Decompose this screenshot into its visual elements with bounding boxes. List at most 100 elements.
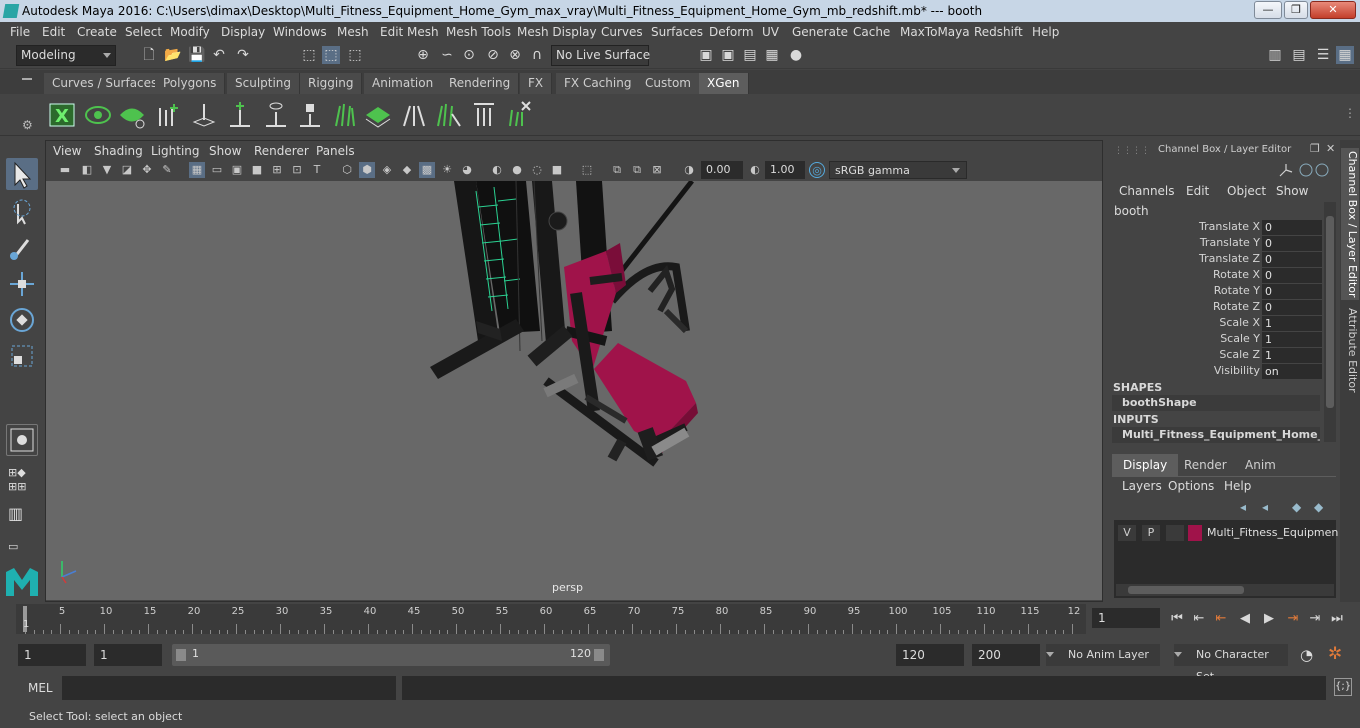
shelf-tab-curves-surfaces[interactable]: Curves / Surfaces [44, 73, 167, 94]
cb-menu-object[interactable]: Object [1227, 184, 1266, 198]
redo-icon[interactable]: ↷ [234, 46, 252, 64]
shape-node[interactable]: boothShape [1112, 395, 1320, 411]
bookmark-icon[interactable]: ▼ [99, 162, 115, 178]
step-back-key-icon[interactable]: ⇤ [1212, 610, 1230, 628]
mel-input[interactable] [62, 676, 396, 700]
xray-joints-icon[interactable]: ⧉ [609, 162, 625, 178]
shadows-icon[interactable]: ☀ [439, 162, 455, 178]
xgen-add-single-guide-icon[interactable] [226, 100, 254, 130]
move-tool-button[interactable] [6, 268, 38, 300]
menu-edit[interactable]: Edit [42, 25, 65, 39]
motion-blur-icon[interactable]: ◐ [489, 162, 505, 178]
cb-menu-show[interactable]: Show [1276, 184, 1308, 198]
shelf-menu-icon[interactable] [22, 78, 32, 80]
cb-menu-channels[interactable]: Channels [1119, 184, 1175, 198]
3d-viewport[interactable]: persp [46, 181, 1102, 600]
script-editor-icon[interactable]: {;} [1334, 678, 1352, 696]
attr-scale-x[interactable]: Scale X1 [1106, 316, 1322, 332]
panel-grip-icon[interactable]: ⋮⋮⋮⋮ [1114, 146, 1150, 156]
render-frame-icon[interactable]: ▣ [719, 46, 737, 64]
viewport-menu-lighting[interactable]: Lighting [151, 144, 200, 158]
menu-mesh[interactable]: Mesh [337, 25, 369, 39]
shelf-tab-sculpting[interactable]: Sculpting [227, 73, 301, 94]
shelf-tab-xgen[interactable]: XGen [699, 73, 749, 94]
color-management-icon[interactable]: ◎ [809, 162, 825, 178]
snap-live-icon[interactable]: ⊗ [506, 46, 524, 64]
layer-tab-render[interactable]: Render [1173, 454, 1238, 476]
shelf-tab-polygons[interactable]: Polygons [155, 73, 226, 94]
snap-curve-icon[interactable]: ∽ [438, 46, 456, 64]
new-layer-icon[interactable]: ◆ [1292, 500, 1301, 514]
scrollbar-thumb[interactable] [1128, 586, 1244, 594]
step-forward-key-icon[interactable]: ⇥ [1284, 610, 1302, 628]
layer-color-swatch[interactable] [1188, 525, 1202, 541]
playback-end-field[interactable]: 120 [896, 644, 964, 666]
xgen-add-guide-icon[interactable] [154, 100, 182, 130]
step-back-frame-icon[interactable]: ⇤ [1190, 610, 1208, 628]
2d-pan-zoom-icon[interactable]: ✥ [139, 162, 155, 178]
shelf-tab-rendering[interactable]: Rendering [441, 73, 520, 94]
xgen-place-guide-icon[interactable] [190, 100, 218, 130]
menu-cache[interactable]: Cache [853, 25, 890, 39]
move-layer-up-icon[interactable]: ◂ [1240, 500, 1246, 514]
gamma-icon[interactable]: ◐ [747, 162, 763, 178]
layer-tab-display[interactable]: Display [1112, 454, 1179, 476]
attr-rotate-x[interactable]: Rotate X0 [1106, 268, 1322, 284]
single-layout-button[interactable] [6, 424, 38, 456]
time-slider[interactable]: 5 10 15 20 25 30 35 40 45 50 55 60 65 70 75 80 85 90 95 100… [16, 604, 1086, 634]
attr-value[interactable]: 0 [1262, 300, 1322, 315]
attr-value[interactable]: 0 [1262, 220, 1322, 235]
attribute-editor-icon[interactable]: ☰ [1314, 46, 1332, 64]
safe-action-icon[interactable]: ⊡ [289, 162, 305, 178]
animation-start-field[interactable]: 1 [18, 644, 86, 666]
layer-menu-help[interactable]: Help [1224, 479, 1251, 493]
input-node[interactable]: Multi_Fitness_Equipment_Home_Gym [1112, 427, 1320, 443]
layer-tab-anim[interactable]: Anim [1234, 454, 1287, 476]
multisample-aa-icon[interactable]: ● [509, 162, 525, 178]
menu-mesh-display[interactable]: Mesh Display [517, 25, 597, 39]
new-layer-selected-icon[interactable]: ◆ [1314, 500, 1323, 514]
attr-value[interactable]: 0 [1262, 284, 1322, 299]
viewport-menu-view[interactable]: View [53, 144, 81, 158]
attr-value[interactable]: 0 [1262, 236, 1322, 251]
grease-pencil-icon[interactable]: ✎ [159, 162, 175, 178]
go-to-start-icon[interactable]: ⏮ [1168, 610, 1186, 628]
exposure-icon[interactable]: ◑ [681, 162, 697, 178]
xgen-sculpt-guides-icon[interactable] [434, 100, 462, 130]
layout-outliner-icon[interactable]: ▥ [8, 504, 36, 532]
menu-help[interactable]: Help [1032, 25, 1059, 39]
exposure-field[interactable]: 0.00 [701, 161, 743, 179]
layer-display-type-toggle[interactable] [1166, 525, 1184, 541]
attr-value[interactable]: 1 [1262, 332, 1322, 347]
select-component-icon[interactable]: ⬚ [346, 46, 364, 64]
restore-button[interactable]: ❐ [1284, 1, 1308, 19]
scrollbar-thumb[interactable] [1326, 216, 1334, 408]
grid-icon[interactable]: ▦ [189, 162, 205, 178]
xgen-lock-guide-icon[interactable] [296, 100, 324, 130]
move-layer-down-icon[interactable]: ◂ [1262, 500, 1268, 514]
attr-translate-z[interactable]: Translate Z0 [1106, 252, 1322, 268]
menu-modify[interactable]: Modify [170, 25, 210, 39]
isolate-select-icon[interactable]: ■ [549, 162, 565, 178]
viewport-menu-show[interactable]: Show [209, 144, 241, 158]
hypershade-icon[interactable]: ● [787, 46, 805, 64]
shelf-settings-gear-icon[interactable]: ⚙ [22, 118, 33, 132]
step-forward-frame-icon[interactable]: ⇥ [1306, 610, 1324, 628]
depth-of-field-icon[interactable]: ◌ [529, 162, 545, 178]
attr-scale-z[interactable]: Scale Z1 [1106, 348, 1322, 364]
xgen-delete-guides-icon[interactable] [504, 100, 532, 130]
menu-mesh-tools[interactable]: Mesh Tools [446, 25, 511, 39]
lasso-tool-button[interactable] [6, 196, 38, 228]
selected-node-name[interactable]: booth [1114, 204, 1149, 218]
layer-menu-options[interactable]: Options [1168, 479, 1214, 493]
view-transform-dropdown[interactable]: sRGB gamma [829, 161, 967, 179]
wireframe-on-shaded-icon[interactable]: ◈ [379, 162, 395, 178]
live-surface-field[interactable]: No Live Surface [551, 45, 650, 66]
attr-visibility[interactable]: Visibility on [1106, 364, 1322, 380]
attr-translate-x[interactable]: Translate X0 [1106, 220, 1322, 236]
image-plane-icon[interactable]: ◪ [119, 162, 135, 178]
range-bar[interactable]: 1 120 [172, 644, 610, 666]
rotate-tool-button[interactable] [6, 304, 38, 336]
layer-menu-layers[interactable]: Layers [1122, 479, 1162, 493]
attr-value[interactable]: on [1262, 364, 1322, 379]
